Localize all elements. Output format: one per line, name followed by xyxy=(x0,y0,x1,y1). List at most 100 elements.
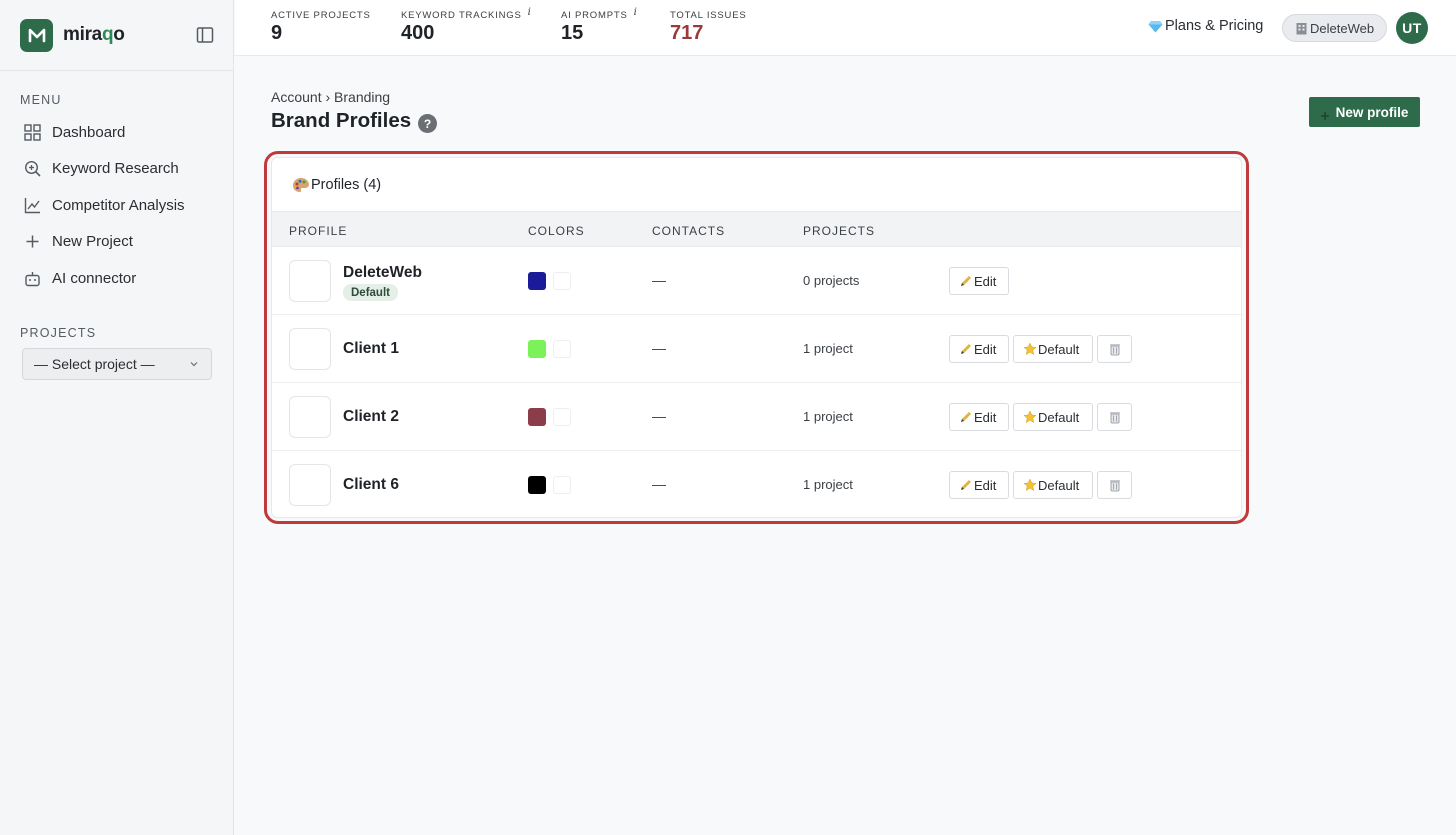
column-header-contacts: CONTACTS xyxy=(652,224,726,238)
table-row: Client 1 — 1 project Edit Default xyxy=(272,315,1241,383)
edit-label: Edit xyxy=(974,409,997,425)
logo-text: miraqo xyxy=(63,24,125,45)
star-icon xyxy=(1023,410,1037,424)
profile-project-count: 0 projects xyxy=(803,273,860,288)
pencil-icon xyxy=(961,480,971,490)
edit-button[interactable]: Edit xyxy=(949,267,1009,295)
brand-header: miraqo xyxy=(0,0,233,71)
stat-value: 717 xyxy=(670,22,704,44)
account-name: DeleteWeb xyxy=(1310,20,1375,36)
grid-icon xyxy=(24,124,41,141)
column-header-profile: PROFILE xyxy=(289,224,348,238)
sidebar-item-label: New Project xyxy=(52,233,133,251)
sidebar-toggle-icon[interactable] xyxy=(196,26,214,44)
stat-value: 9 xyxy=(271,22,283,44)
profile-contacts: — xyxy=(652,272,666,288)
info-icon[interactable]: i xyxy=(634,7,638,18)
set-default-button[interactable]: Default xyxy=(1013,471,1093,499)
pencil-icon xyxy=(961,412,971,422)
chevron-down-icon xyxy=(190,362,198,367)
profiles-card: Profiles (4) PROFILE COLORS CONTACTS PRO… xyxy=(271,157,1242,518)
primary-color-swatch xyxy=(528,340,546,358)
breadcrumb: Account › Branding xyxy=(271,89,391,105)
top-bar: ACTIVE PROJECTS 9 KEYWORD TRACKINGS i 400… xyxy=(235,0,1456,56)
profile-project-count: 1 project xyxy=(803,341,853,356)
profile-name: Client 6 xyxy=(343,476,399,493)
set-default-label: Default xyxy=(1038,341,1080,357)
table-row: Client 6 — 1 project Edit Default xyxy=(272,451,1241,517)
profile-logo-thumbnail xyxy=(289,260,331,302)
gem-icon xyxy=(1148,20,1163,32)
profile-name: DeleteWeb xyxy=(343,264,422,281)
stat-label: TOTAL ISSUES xyxy=(670,10,747,21)
account-switcher[interactable]: DeleteWeb xyxy=(1282,14,1388,42)
set-default-button[interactable]: Default xyxy=(1013,335,1093,363)
plans-pricing-link[interactable]: Plans & Pricing xyxy=(1148,18,1263,34)
edit-label: Edit xyxy=(974,341,997,357)
menu-section-label: MENU xyxy=(20,93,62,107)
secondary-color-swatch xyxy=(553,476,571,494)
profile-project-count: 1 project xyxy=(803,409,853,424)
profile-contacts: — xyxy=(652,340,666,356)
set-default-button[interactable]: Default xyxy=(1013,403,1093,431)
trash-icon xyxy=(1109,344,1120,356)
search-plus-icon xyxy=(24,161,41,177)
pencil-icon xyxy=(961,344,971,354)
sidebar-item-label: Dashboard xyxy=(52,123,126,141)
card-title: Profiles (4) xyxy=(311,176,382,193)
robot-icon xyxy=(25,271,40,286)
sidebar-menu: Dashboard Keyword Research Competitor An… xyxy=(0,114,233,297)
sidebar-item-competitor-analysis[interactable]: Competitor Analysis xyxy=(0,187,233,224)
edit-label: Edit xyxy=(974,273,997,289)
delete-button[interactable] xyxy=(1097,471,1132,499)
stat-label: KEYWORD TRACKINGS i xyxy=(401,7,532,21)
project-select-value: — Select project — xyxy=(34,356,155,372)
edit-button[interactable]: Edit xyxy=(949,471,1009,499)
edit-button[interactable]: Edit xyxy=(949,335,1009,363)
trash-icon xyxy=(1109,412,1120,424)
line-chart-icon xyxy=(24,197,40,213)
palette-icon xyxy=(293,177,309,192)
sidebar-item-dashboard[interactable]: Dashboard xyxy=(0,114,233,151)
stat-keyword-trackings: KEYWORD TRACKINGS i 400 xyxy=(401,7,532,45)
edit-label: Edit xyxy=(974,477,997,493)
sidebar-item-label: Keyword Research xyxy=(52,160,179,178)
sidebar-item-new-project[interactable]: New Project xyxy=(0,224,233,261)
set-default-label: Default xyxy=(1038,477,1080,493)
sidebar-item-keyword-research[interactable]: Keyword Research xyxy=(0,151,233,188)
pencil-icon xyxy=(961,276,971,286)
sidebar-item-ai-connector[interactable]: AI connector xyxy=(0,260,233,297)
info-icon[interactable]: i xyxy=(528,7,532,18)
secondary-color-swatch xyxy=(553,272,571,290)
profile-logo-thumbnail xyxy=(289,396,331,438)
set-default-label: Default xyxy=(1038,409,1080,425)
stat-total-issues: TOTAL ISSUES 717 xyxy=(670,10,746,45)
avatar[interactable]: UT xyxy=(1396,12,1428,44)
stat-label: AI PROMPTS i xyxy=(561,7,638,21)
new-profile-label: New profile xyxy=(1335,104,1409,120)
new-profile-button[interactable]: New profile xyxy=(1309,97,1420,127)
edit-button[interactable]: Edit xyxy=(949,403,1009,431)
profile-logo-thumbnail xyxy=(289,328,331,370)
delete-button[interactable] xyxy=(1097,335,1132,363)
table-row: Client 2 — 1 project Edit Default xyxy=(272,383,1241,451)
primary-color-swatch xyxy=(528,408,546,426)
profile-name: Client 2 xyxy=(343,408,399,425)
table-row: DeleteWeb Default — 0 projects Edit xyxy=(272,247,1241,315)
profile-contacts: — xyxy=(652,476,666,492)
plus-icon xyxy=(26,235,39,248)
default-badge: Default xyxy=(343,284,398,301)
star-icon xyxy=(1023,342,1037,356)
secondary-color-swatch xyxy=(553,408,571,426)
plus-icon xyxy=(1320,108,1329,120)
sidebar-item-label: AI connector xyxy=(52,269,137,287)
primary-color-swatch xyxy=(528,272,546,290)
column-header-colors: COLORS xyxy=(528,224,585,238)
delete-button[interactable] xyxy=(1097,403,1132,431)
stat-active-projects: ACTIVE PROJECTS 9 xyxy=(271,10,371,45)
stat-ai-prompts: AI PROMPTS i 15 xyxy=(561,7,638,45)
help-icon[interactable]: ? xyxy=(418,114,437,133)
logo-icon[interactable] xyxy=(20,18,53,52)
primary-color-swatch xyxy=(528,476,546,494)
project-select[interactable]: — Select project — xyxy=(22,348,212,380)
